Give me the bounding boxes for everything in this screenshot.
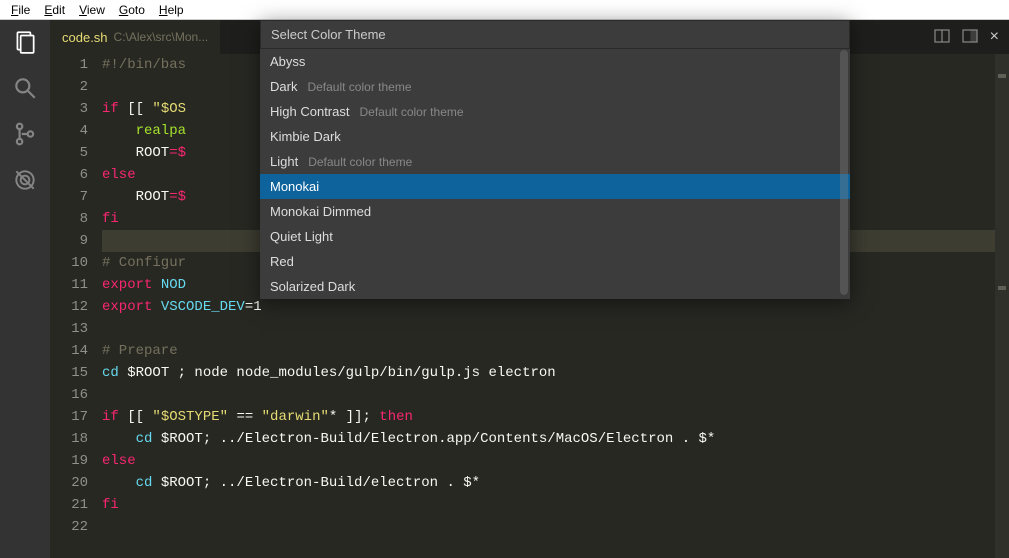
more-actions-icon[interactable]: [962, 28, 978, 47]
code-line[interactable]: cd $ROOT; ../Electron-Build/electron . $…: [102, 472, 1009, 494]
theme-option-kimbie-dark[interactable]: Kimbie Dark: [260, 124, 850, 149]
menubar[interactable]: FileEditViewGotoHelp: [0, 0, 1009, 20]
code-line[interactable]: if [[ "$OSTYPE" == "darwin"* ]]; then: [102, 406, 1009, 428]
color-theme-picker: Select Color Theme AbyssDarkDefault colo…: [260, 20, 850, 299]
activity-bar: [0, 20, 50, 558]
code-line[interactable]: export VSCODE_DEV=1: [102, 296, 1009, 318]
tab-filename: code.sh: [62, 30, 108, 45]
code-line[interactable]: [102, 318, 1009, 340]
theme-option-abyss[interactable]: Abyss: [260, 49, 850, 74]
editor-area: code.sh C:\Alex\src\Mon... × 12345678910…: [50, 20, 1009, 558]
code-line[interactable]: # Prepare: [102, 340, 1009, 362]
code-line[interactable]: fi: [102, 494, 1009, 516]
explorer-icon[interactable]: [11, 28, 39, 56]
palette-scrollbar[interactable]: [840, 50, 848, 295]
theme-option-monokai[interactable]: Monokai: [260, 174, 850, 199]
code-line[interactable]: [102, 384, 1009, 406]
theme-option-solarized-dark[interactable]: Solarized Dark: [260, 274, 850, 299]
theme-option-light[interactable]: LightDefault color theme: [260, 149, 850, 174]
menu-view[interactable]: View: [72, 3, 112, 17]
git-icon[interactable]: [11, 120, 39, 148]
tab-filepath: C:\Alex\src\Mon...: [114, 30, 209, 44]
line-gutter: 12345678910111213141516171819202122: [50, 54, 102, 558]
search-icon[interactable]: [11, 74, 39, 102]
menu-edit[interactable]: Edit: [37, 3, 72, 17]
code-line[interactable]: cd $ROOT ; node node_modules/gulp/bin/gu…: [102, 362, 1009, 384]
menu-goto[interactable]: Goto: [112, 3, 152, 17]
code-line[interactable]: else: [102, 450, 1009, 472]
theme-option-red[interactable]: Red: [260, 249, 850, 274]
overview-ruler[interactable]: [995, 54, 1009, 558]
close-icon[interactable]: ×: [990, 28, 999, 47]
theme-option-quiet-light[interactable]: Quiet Light: [260, 224, 850, 249]
palette-list[interactable]: AbyssDarkDefault color themeHigh Contras…: [260, 49, 850, 299]
menu-file[interactable]: File: [4, 3, 37, 17]
theme-option-monokai-dimmed[interactable]: Monokai Dimmed: [260, 199, 850, 224]
tab-actions: ×: [934, 28, 999, 47]
theme-option-dark[interactable]: DarkDefault color theme: [260, 74, 850, 99]
code-line[interactable]: cd $ROOT; ../Electron-Build/Electron.app…: [102, 428, 1009, 450]
theme-option-high-contrast[interactable]: High ContrastDefault color theme: [260, 99, 850, 124]
split-editor-icon[interactable]: [934, 28, 950, 47]
code-line[interactable]: [102, 516, 1009, 538]
palette-title: Select Color Theme: [260, 20, 850, 49]
menu-help[interactable]: Help: [152, 3, 191, 17]
debug-icon[interactable]: [11, 166, 39, 194]
editor-tab[interactable]: code.sh C:\Alex\src\Mon...: [50, 20, 220, 54]
